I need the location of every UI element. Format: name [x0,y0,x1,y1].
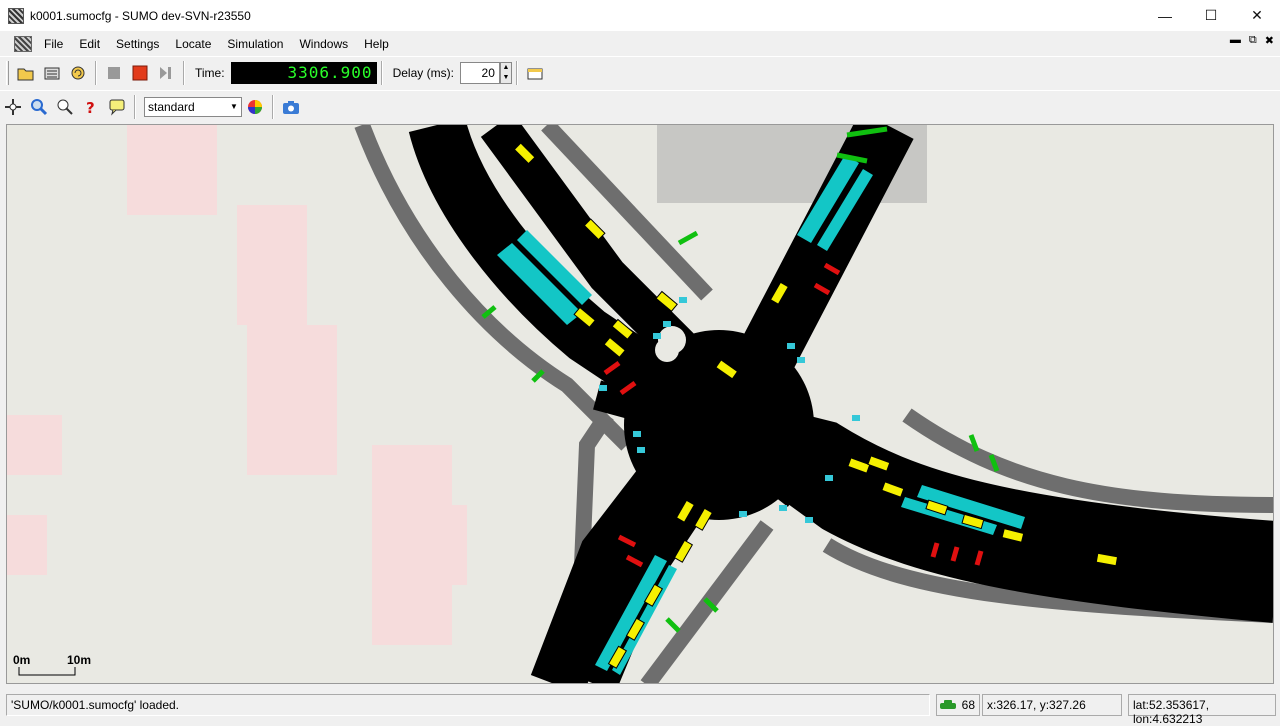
delay-label: Delay (ms): [392,65,454,80]
window-title: k0001.sumocfg - SUMO dev-SVN-r23550 [30,8,251,23]
recenter-icon[interactable] [0,95,26,119]
color-wheel-icon[interactable] [242,95,268,119]
delay-input[interactable]: 20 [459,61,500,84]
color-scheme-select[interactable]: standard ▼ [144,96,242,117]
delay-spinner[interactable]: ▲ ▼ [499,61,512,84]
mdi-minimize-button[interactable]: ▬ [1230,34,1241,47]
run-icon[interactable] [127,61,153,85]
system-menu-icon[interactable] [14,35,32,52]
time-display: 3306.900 [230,61,377,84]
open-network-icon[interactable] [39,61,65,85]
road-network [7,125,1273,683]
vehicle-count-value: 68 [961,698,975,712]
simulation-toolbar: Time: 3306.900 Delay (ms): 20 ▲ ▼ [0,56,1280,88]
stop-icon[interactable] [101,61,127,85]
screenshot-icon[interactable] [278,95,304,119]
cursor-coords: x:326.17, y:327.26 [982,694,1122,716]
car-icon [939,700,956,709]
network-view[interactable]: 0m 10m [6,124,1274,684]
scale-bar [18,667,76,676]
menu-bar: File Edit Settings Locate Simulation Win… [0,31,1280,56]
app-icon [8,7,24,24]
svg-text:?: ? [86,99,95,116]
menu-help[interactable]: Help [356,37,397,51]
scale-right-label: 10m [67,653,92,667]
mdi-controls: ▬ ⧉ ✖ [1230,34,1274,47]
zoom-icon[interactable] [26,95,52,119]
time-label: Time: [195,65,225,80]
minimize-button[interactable]: — [1142,0,1188,31]
help-icon[interactable]: ? [78,95,104,119]
menu-file[interactable]: File [36,37,71,51]
scale-left-label: 0m [13,653,31,667]
status-bar: 'SUMO/k0001.sumocfg' loaded. 68 x:326.17… [0,690,1280,726]
locate-icon[interactable] [52,95,78,119]
maximize-button[interactable]: ☐ [1188,0,1234,31]
status-message: 'SUMO/k0001.sumocfg' loaded. [6,694,930,716]
geo-coords: lat:52.353617, lon:4.632213 [1128,694,1276,726]
menu-settings[interactable]: Settings [108,37,167,51]
mdi-restore-button[interactable]: ⧉ [1249,34,1257,47]
color-scheme-value: standard [148,99,195,114]
open-config-icon[interactable] [13,61,39,85]
reload-icon[interactable] [65,61,91,85]
close-button[interactable]: ✕ [1234,0,1280,31]
mdi-close-button[interactable]: ✖ [1265,34,1274,47]
new-view-icon[interactable] [522,61,548,85]
menu-simulation[interactable]: Simulation [219,37,291,51]
vehicle-count: 68 [936,694,980,716]
menu-windows[interactable]: Windows [291,37,356,51]
chevron-down-icon: ▼ [230,102,238,111]
title-bar: k0001.sumocfg - SUMO dev-SVN-r23550 — ☐ … [0,0,1280,31]
menu-locate[interactable]: Locate [167,37,219,51]
tooltip-icon[interactable] [104,95,130,119]
menu-edit[interactable]: Edit [71,37,108,51]
roads [408,125,1273,683]
step-icon[interactable] [153,61,179,85]
view-toolbar: ? standard ▼ [0,90,1280,122]
junction [624,330,814,520]
